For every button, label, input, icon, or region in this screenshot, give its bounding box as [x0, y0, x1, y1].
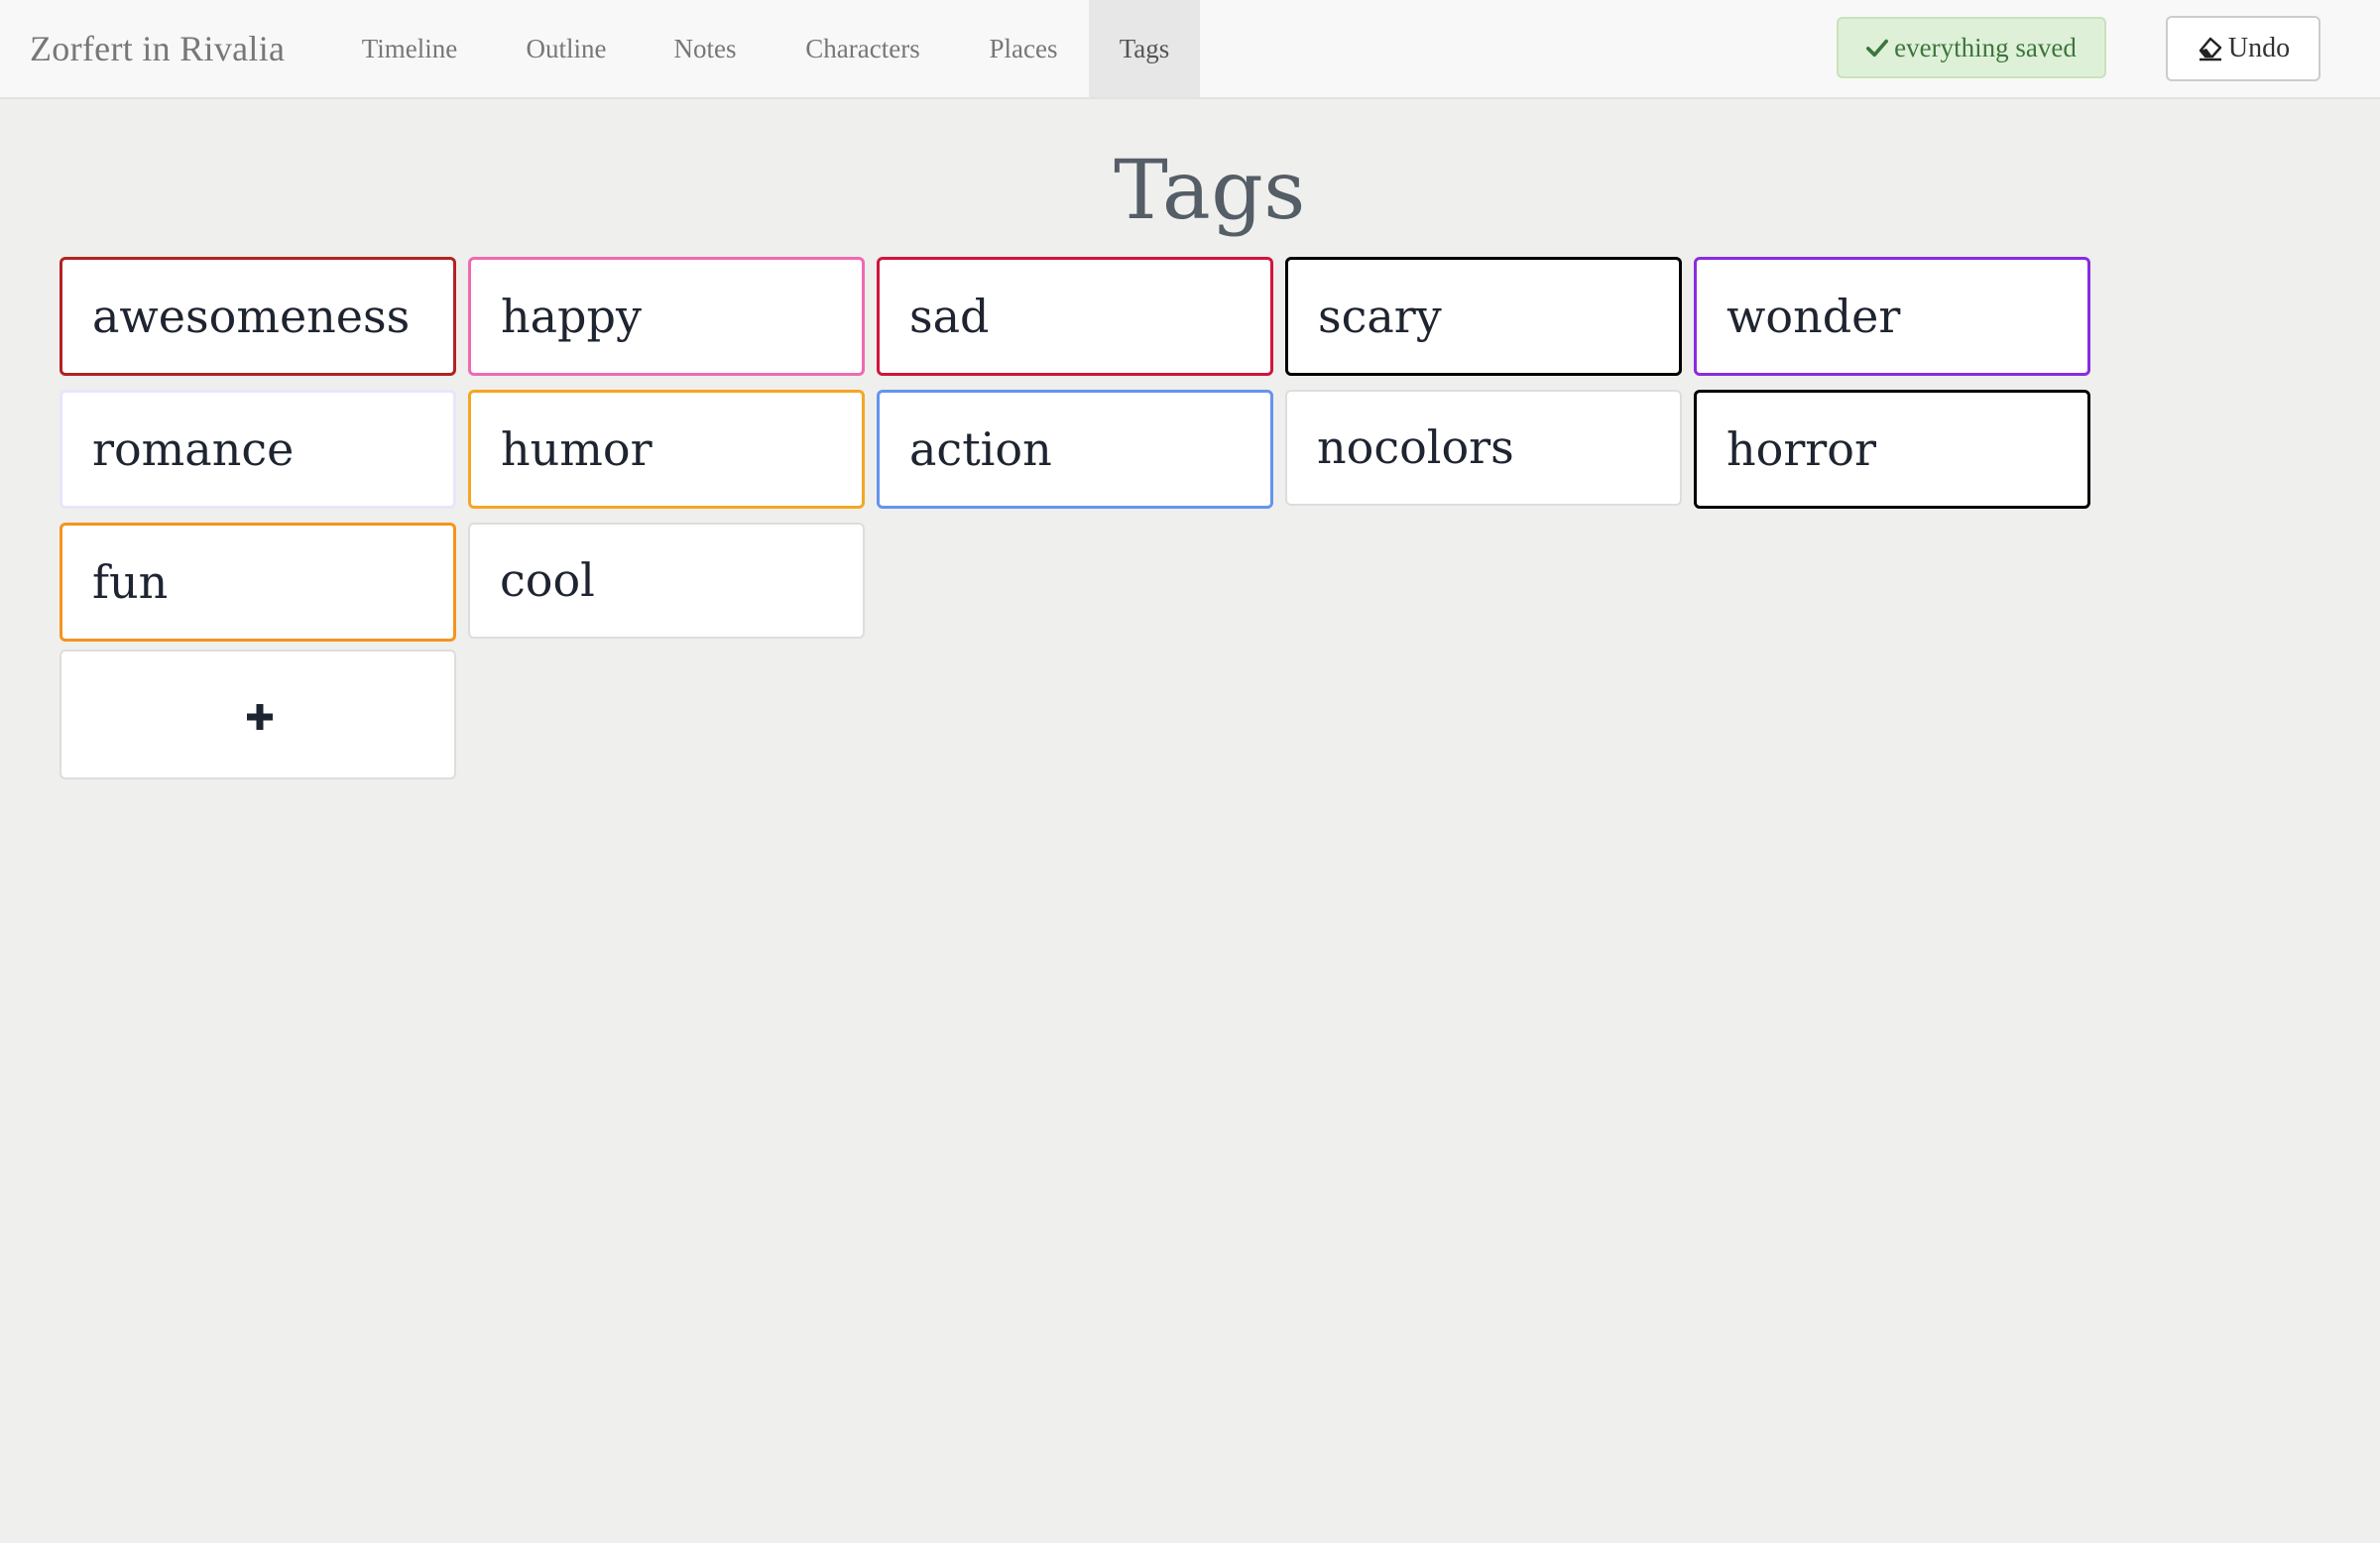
tag-card-wonder[interactable]: wonder	[1694, 257, 2090, 376]
page-title: Tags	[1114, 144, 1306, 238]
eraser-icon	[2199, 37, 2222, 61]
tag-card-romance[interactable]: romance	[60, 390, 456, 509]
add-tag-button[interactable]	[60, 650, 456, 779]
undo-label: Undo	[2227, 33, 2291, 63]
nav-places[interactable]: Places	[966, 0, 1081, 97]
tag-card-awesomeness[interactable]: awesomeness	[60, 257, 456, 376]
nav-tags[interactable]: Tags	[1089, 0, 1200, 97]
tag-card-action[interactable]: action	[877, 390, 1273, 509]
tag-card-scary[interactable]: scary	[1285, 257, 1682, 376]
nav-notes[interactable]: Notes	[651, 0, 760, 97]
nav-timeline[interactable]: Timeline	[337, 0, 482, 97]
check-icon	[1866, 39, 1889, 58]
tag-card-cool[interactable]: cool	[468, 523, 865, 639]
nav-characters[interactable]: Characters	[779, 0, 946, 97]
save-status-badge: everything saved	[1837, 17, 2106, 78]
top-navbar: Zorfert in Rivalia Timeline Outline Note…	[0, 0, 2380, 99]
tag-card-humor[interactable]: humor	[468, 390, 865, 509]
plus-icon	[247, 704, 273, 730]
nav-outline[interactable]: Outline	[502, 0, 631, 97]
tag-card-sad[interactable]: sad	[877, 257, 1273, 376]
undo-button[interactable]: Undo	[2166, 16, 2320, 81]
app-title[interactable]: Zorfert in Rivalia	[30, 0, 285, 97]
tag-card-fun[interactable]: fun	[60, 523, 456, 642]
save-status-label: everything saved	[1894, 33, 2077, 62]
tag-card-happy[interactable]: happy	[468, 257, 865, 376]
tag-card-horror[interactable]: horror	[1694, 390, 2090, 509]
tag-card-nocolors[interactable]: nocolors	[1285, 390, 1682, 506]
